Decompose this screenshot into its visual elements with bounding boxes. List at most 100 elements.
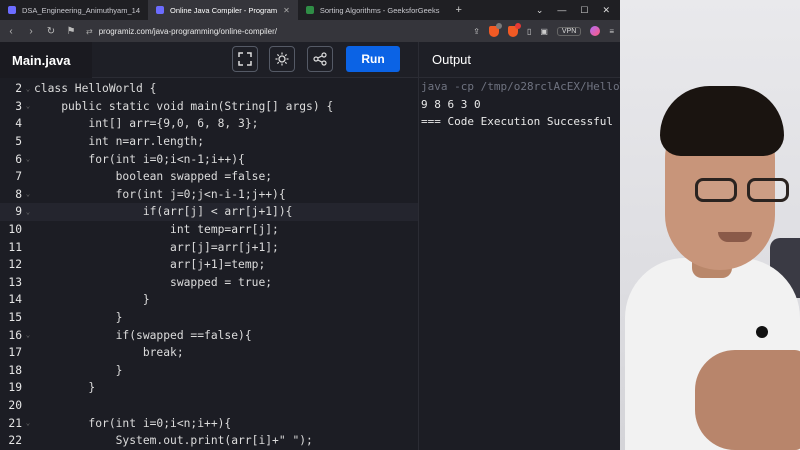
code-line[interactable]: 6 ⌄ for(int i=0;i<n-1;i++){	[0, 150, 418, 168]
theme-toggle-button[interactable]	[269, 46, 295, 72]
back-icon[interactable]: ‹	[6, 26, 16, 37]
browser-actions: ⇪ ▯ ▣ VPN ≡	[473, 22, 614, 37]
share-icon	[313, 52, 327, 66]
share-page-icon[interactable]: ⇪	[473, 27, 480, 36]
code-line[interactable]: 2 ⌄ class HelloWorld {	[0, 80, 418, 98]
line-number: 6	[15, 152, 22, 166]
browser-tab-dsa[interactable]: DSA_Engineering_Animuthyam_14	[0, 0, 148, 20]
sun-icon	[275, 52, 289, 66]
output-line: === Code Execution Successful ===	[421, 115, 620, 129]
brave-shields-icon[interactable]	[488, 22, 502, 37]
code-line[interactable]: 18 }	[0, 362, 418, 380]
line-number: 4	[15, 117, 22, 131]
code-line[interactable]: 14 }	[0, 291, 418, 309]
code-line[interactable]: 16 ⌄ if(swapped ==false){	[0, 326, 418, 344]
fold-arrow-icon[interactable]: ⌄	[22, 208, 34, 216]
code-text: }	[34, 381, 96, 395]
code-line[interactable]: 21 ⌄ for(int i=0;i<n;i++){	[0, 414, 418, 432]
close-tab-icon[interactable]: ✕	[283, 6, 290, 15]
glasses-lens-left	[695, 178, 737, 202]
line-number: 22	[8, 434, 22, 448]
bookmark-icon[interactable]: ⚑	[66, 26, 76, 37]
line-number: 14	[8, 293, 22, 307]
url-text: programiz.com/java-programming/online-co…	[98, 26, 277, 36]
code-text: }	[34, 293, 150, 307]
url-field[interactable]: ⇄ programiz.com/java-programming/online-…	[86, 23, 463, 39]
tab-label: DSA_Engineering_Animuthyam_14	[22, 5, 140, 15]
code-line[interactable]: 11 arr[j]=arr[j+1];	[0, 238, 418, 256]
line-number: 2	[15, 82, 22, 96]
vpn-button[interactable]: VPN	[556, 26, 582, 36]
fullscreen-button[interactable]	[232, 46, 258, 72]
person-hand	[695, 350, 800, 450]
tab-label: Online Java Compiler - Program	[170, 5, 278, 15]
forward-icon[interactable]: ›	[26, 26, 36, 37]
browser-tab-compiler[interactable]: Online Java Compiler - Program ✕	[148, 0, 298, 20]
rewards-badge	[514, 22, 521, 29]
code-line[interactable]: 4 int[] arr={9,0, 6, 8, 3};	[0, 115, 418, 133]
code-line[interactable]: 7 boolean swapped =false;	[0, 168, 418, 186]
webcam-overlay	[620, 0, 800, 450]
line-number: 9	[15, 205, 22, 219]
code-line[interactable]: 20	[0, 397, 418, 415]
code-text: int temp=arr[j];	[34, 223, 279, 237]
code-text: boolean swapped =false;	[34, 170, 273, 184]
maximize-icon[interactable]: ☐	[580, 5, 588, 16]
new-tab-button[interactable]: +	[447, 4, 469, 16]
code-text: break;	[34, 346, 184, 360]
close-window-icon[interactable]: ✕	[602, 5, 610, 16]
browser-tab-geeksforgeeks[interactable]: Sorting Algorithms - GeeksforGeeks	[298, 0, 448, 20]
tab-search-icon[interactable]: ⌄	[536, 5, 544, 16]
code-text: if(arr[j] < arr[j+1]){	[34, 205, 293, 219]
lapel-mic-icon	[756, 326, 768, 338]
line-number: 15	[8, 311, 22, 325]
fold-arrow-icon[interactable]: ⌄	[22, 419, 34, 427]
run-button[interactable]: Run	[346, 46, 400, 72]
minimize-icon[interactable]: —	[557, 5, 566, 16]
person-glasses	[695, 178, 800, 204]
menu-icon[interactable]: ≡	[609, 27, 614, 36]
fold-arrow-icon[interactable]: ⌄	[22, 331, 34, 339]
code-line[interactable]: 17 break;	[0, 344, 418, 362]
code-line[interactable]: 10 int temp=arr[j];	[0, 221, 418, 239]
code-editor[interactable]: 2 ⌄ class HelloWorld {3 ⌄ public static voi…	[0, 78, 418, 450]
line-number: 19	[8, 381, 22, 395]
tab-favicon-icon	[305, 6, 314, 14]
window-controls: ⌄ — ☐ ✕	[536, 5, 620, 16]
code-line[interactable]: 8 ⌄ for(int j=0;j<n-i-1;j++){	[0, 186, 418, 204]
code-line[interactable]: 13 swapped = true;	[0, 274, 418, 292]
fold-arrow-icon[interactable]: ⌄	[22, 102, 34, 110]
brave-rewards-icon[interactable]	[507, 22, 521, 37]
code-line[interactable]: 19 }	[0, 379, 418, 397]
line-number: 18	[8, 363, 22, 377]
code-text: int[] arr={9,0, 6, 8, 3};	[34, 117, 259, 131]
code-line[interactable]: 5 int n=arr.length;	[0, 133, 418, 151]
address-bar-row: ‹ › ↻ ⚑ ⇄ programiz.com/java-programming…	[0, 20, 620, 42]
wallet-icon[interactable]: ▣	[540, 27, 548, 36]
file-tab[interactable]: Main.java	[0, 42, 92, 78]
code-line[interactable]: 3 ⌄ public static void main(String[] args…	[0, 98, 418, 116]
fullscreen-icon	[238, 52, 252, 66]
fold-arrow-icon[interactable]: ⌄	[22, 85, 34, 93]
tab-label: Sorting Algorithms - GeeksforGeeks	[319, 5, 440, 15]
code-line[interactable]: 15 }	[0, 309, 418, 327]
site-info-icon[interactable]: ⇄	[86, 27, 93, 36]
code-text: for(int i=0;i<n-1;i++){	[34, 152, 245, 166]
line-number: 16	[8, 328, 22, 342]
person-mouth	[718, 232, 752, 242]
line-number: 20	[8, 399, 22, 413]
code-text: public static void main(String[] args) {	[34, 99, 334, 113]
share-button[interactable]	[307, 46, 333, 72]
line-number: 7	[15, 170, 22, 184]
code-line[interactable]: 12 arr[j+1]=temp;	[0, 256, 418, 274]
reload-icon[interactable]: ↻	[46, 26, 56, 37]
fold-arrow-icon[interactable]: ⌄	[22, 155, 34, 163]
code-text: class HelloWorld {	[34, 82, 157, 96]
code-text: }	[34, 311, 123, 325]
sidebar-toggle-icon[interactable]: ▯	[527, 27, 531, 36]
line-number: 13	[8, 275, 22, 289]
code-line[interactable]: 22 System.out.print(arr[i]+" ");	[0, 432, 418, 450]
code-line[interactable]: 9 ⌄ if(arr[j] < arr[j+1]){	[0, 203, 418, 221]
fold-arrow-icon[interactable]: ⌄	[22, 190, 34, 198]
leo-ai-icon[interactable]	[590, 26, 601, 36]
